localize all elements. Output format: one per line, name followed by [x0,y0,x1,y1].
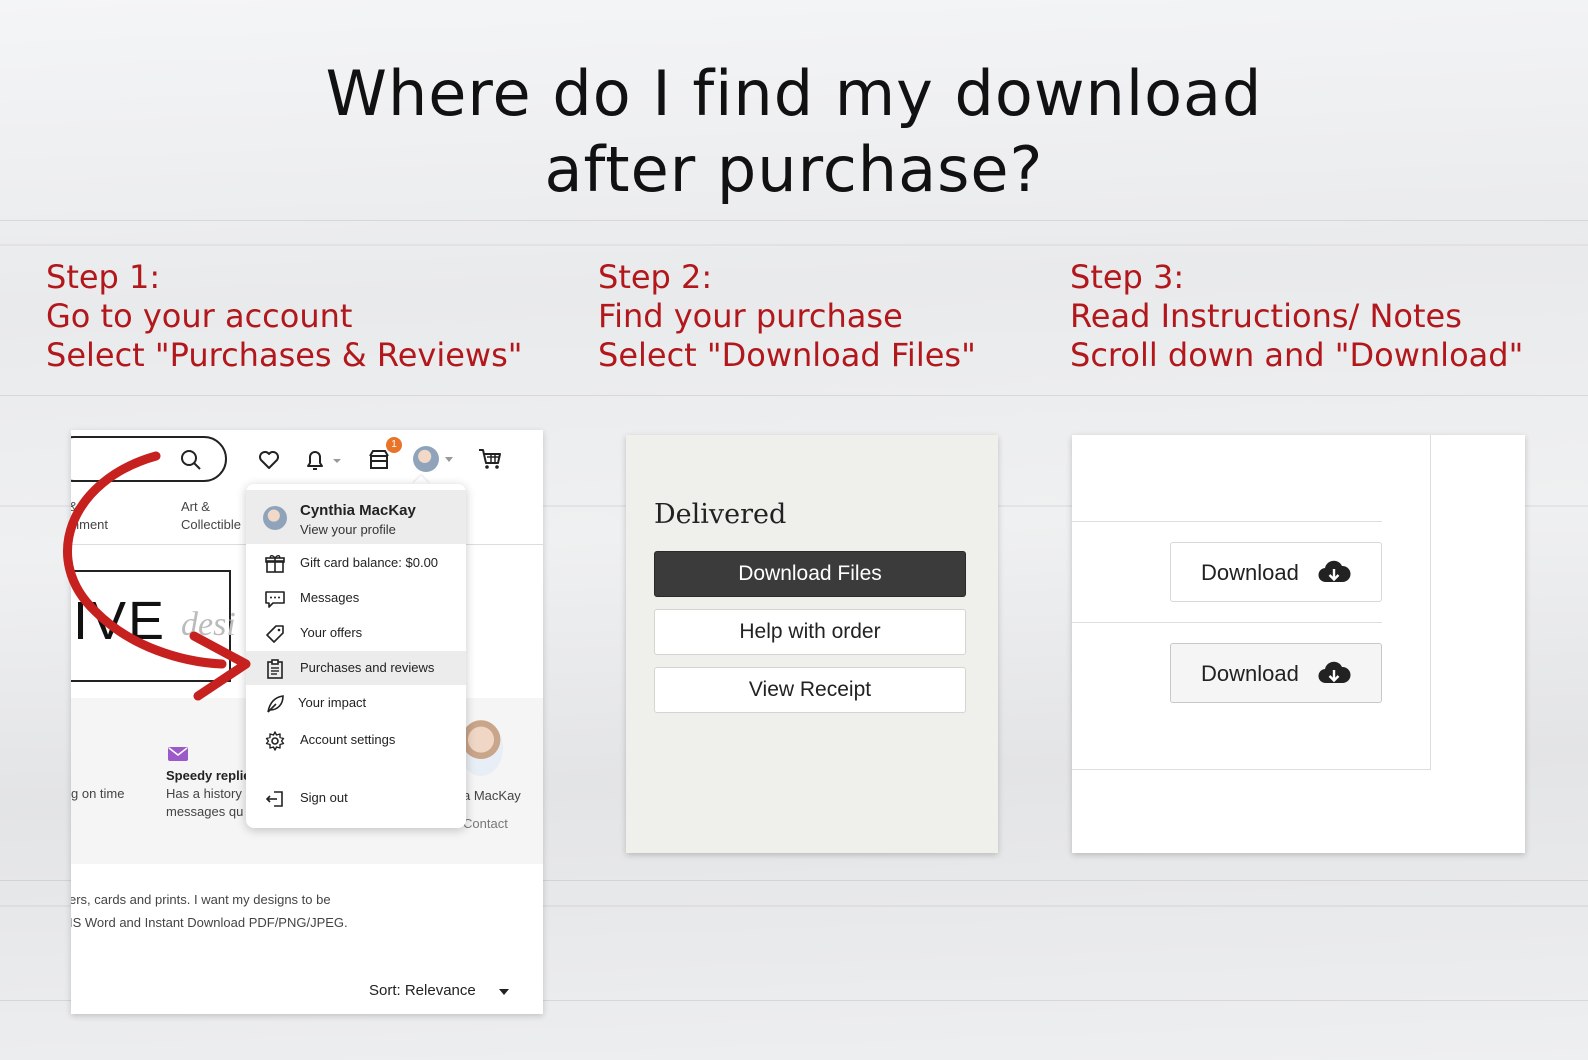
account-dropdown-menu: Cynthia MacKay View your profile Gift ca… [246,484,466,828]
category-entertainment[interactable]: & inment [71,498,108,534]
divider [1072,521,1382,522]
clipboard-icon [264,658,286,680]
category-line-1: Art & [181,498,241,516]
view-receipt-button[interactable]: View Receipt [654,667,966,713]
chevron-down-icon[interactable] [443,456,455,464]
menu-item-purchases-and-reviews[interactable]: Purchases and reviews [246,651,466,685]
category-line-2: Collectible [181,516,241,534]
order-status-panel: Delivered Download Files Help with order… [626,435,998,853]
step-3-text-2: Scroll down and "Download" [1070,336,1523,375]
menu-item-sign-out[interactable]: Sign out [246,781,466,815]
menu-item-label: Gift card balance: $0.00 [300,555,438,570]
download-panel: Download Download [1072,435,1525,853]
menu-item-account-settings[interactable]: Account settings [246,723,466,757]
menu-profile[interactable]: Cynthia MacKay View your profile [246,490,466,544]
step-2-label: Step 2: [598,258,976,297]
profile-name: Cynthia MacKay [300,502,416,519]
step-1-text-2: Select "Purchases & Reviews" [46,336,522,375]
cloud-download-icon [1317,658,1351,688]
menu-item-messages[interactable]: Messages [246,581,466,615]
heart-icon[interactable] [257,448,281,472]
shop-about-line-2: IS Word and Instant Download PDF/PNG/JPE… [71,914,348,932]
step-2-text-1: Find your purchase [598,297,976,336]
leaf-icon [264,693,286,715]
step-1-caption: Step 1: Go to your account Select "Purch… [46,258,522,375]
shop-about-line-1: ers, cards and prints. I want my designs… [71,891,331,909]
sort-select[interactable]: Sort: Relevance [369,982,476,999]
messages-icon [264,588,286,610]
menu-item-label: Messages [300,590,359,605]
chevron-down-icon[interactable] [499,989,509,995]
menu-item-offers[interactable]: Your offers [246,616,466,650]
step-1-text-1: Go to your account [46,297,522,336]
shop-icon[interactable] [367,448,391,472]
feature-speedy-replies-line1: Has a history [166,785,242,803]
cart-icon[interactable] [477,446,503,472]
category-line-1: & [71,498,108,516]
menu-item-label: Purchases and reviews [300,660,434,675]
category-line-2: inment [71,516,108,534]
download-files-button[interactable]: Download Files [654,551,966,597]
envelope-icon [167,746,189,762]
contact-link[interactable]: Contact [463,815,508,833]
shop-owner-name: a MacKay [463,787,521,805]
feature-speedy-replies-line2: messages qu [166,803,243,821]
menu-item-label: Your offers [300,625,362,640]
step-2-text-2: Select "Download Files" [598,336,976,375]
gear-icon [264,730,286,752]
gift-icon [264,553,286,575]
feature-on-time: g on time [71,785,124,803]
help-with-order-button[interactable]: Help with order [654,609,966,655]
view-profile-link[interactable]: View your profile [300,522,396,537]
step-1-label: Step 1: [46,258,522,297]
download-button-label: Download [1201,560,1299,586]
search-input[interactable] [71,436,227,482]
divider [1072,769,1431,770]
step-3-caption: Step 3: Read Instructions/ Notes Scroll … [1070,258,1523,375]
step-3-label: Step 3: [1070,258,1523,297]
menu-item-label: Account settings [300,732,395,747]
download-button[interactable]: Download [1170,643,1382,703]
cart-badge: 1 [386,437,402,453]
divider [1430,435,1431,770]
avatar [263,506,287,530]
menu-item-impact[interactable]: Your impact [246,686,466,720]
menu-item-label: Your impact [298,695,366,710]
page-title: Where do I find my download after purcha… [0,56,1588,208]
menu-item-label: Sign out [300,790,348,805]
search-icon[interactable] [179,448,203,472]
divider [1072,622,1382,623]
tag-icon [264,623,286,645]
step-2-caption: Step 2: Find your purchase Select "Downl… [598,258,976,375]
download-button[interactable]: Download [1170,542,1382,602]
category-art-collectibles[interactable]: Art & Collectible [181,498,241,534]
sign-out-icon [264,788,286,810]
shop-logo-script: desi [181,606,236,644]
title-line-2: after purchase? [0,132,1588,208]
cloud-download-icon [1317,557,1351,587]
avatar[interactable] [413,446,439,472]
feature-speedy-replies-title: Speedy replie [166,767,251,785]
download-button-label: Download [1201,661,1299,687]
title-line-1: Where do I find my download [0,56,1588,132]
menu-item-gift-card[interactable]: Gift card balance: $0.00 [246,546,466,580]
shop-logo: IVE [73,590,166,652]
step-3-text-1: Read Instructions/ Notes [1070,297,1523,336]
bell-icon[interactable] [303,447,343,473]
order-status: Delivered [654,499,786,530]
